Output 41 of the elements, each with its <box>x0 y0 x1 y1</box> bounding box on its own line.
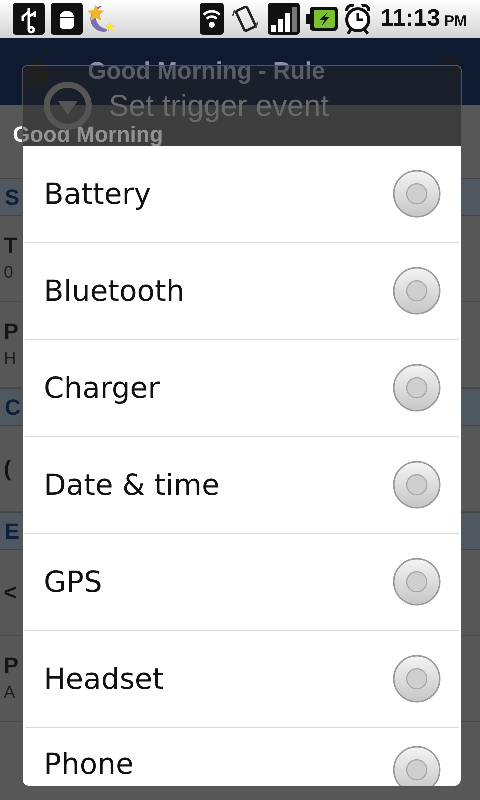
row-title: ( <box>4 454 12 482</box>
dialog-title: Set trigger event <box>109 88 330 124</box>
option-row[interactable]: Headset <box>25 631 459 728</box>
radio-button[interactable] <box>393 558 441 606</box>
row-subtitle: A <box>4 682 16 704</box>
clock-meridiem: PM <box>444 12 467 32</box>
option-row[interactable]: Phone <box>25 728 459 786</box>
radio-button[interactable] <box>393 746 441 786</box>
clock-time: 11:13 <box>380 4 440 34</box>
row-title: P <box>4 652 19 680</box>
option-label: Bluetooth <box>44 273 186 309</box>
radio-button[interactable] <box>393 267 441 315</box>
app-bar-title: Good Morning - Rule <box>88 56 326 86</box>
help-icon[interactable] <box>440 56 460 86</box>
option-label: Date & time <box>44 467 221 503</box>
option-row[interactable]: Date & time <box>25 437 459 534</box>
signal-bars-icon <box>268 3 300 35</box>
usb-icon <box>13 3 45 35</box>
option-label: Headset <box>44 661 166 697</box>
option-row[interactable]: Bluetooth <box>25 243 459 340</box>
radio-button[interactable] <box>393 170 441 218</box>
option-label: Battery <box>44 176 152 212</box>
android-bug-icon <box>51 3 83 35</box>
row-title: T <box>4 232 18 260</box>
row-title: P <box>4 318 19 346</box>
radio-button[interactable] <box>393 461 441 509</box>
alarm-clock-icon <box>344 3 372 35</box>
option-row[interactable]: Battery <box>25 146 459 243</box>
row-subtitle: 0 <box>4 262 14 284</box>
option-row[interactable]: Charger <box>25 340 459 437</box>
row-subtitle: H <box>4 348 16 370</box>
option-row[interactable]: GPS <box>25 534 459 631</box>
radio-button[interactable] <box>393 655 441 703</box>
option-label: Phone <box>44 746 135 782</box>
home-icon[interactable] <box>20 56 54 86</box>
radio-button[interactable] <box>393 364 441 412</box>
wifi-icon <box>200 3 224 35</box>
option-label: GPS <box>44 564 104 600</box>
battery-charging-icon <box>306 6 338 32</box>
vibrate-icon <box>232 4 260 34</box>
row-title: < <box>4 578 17 606</box>
